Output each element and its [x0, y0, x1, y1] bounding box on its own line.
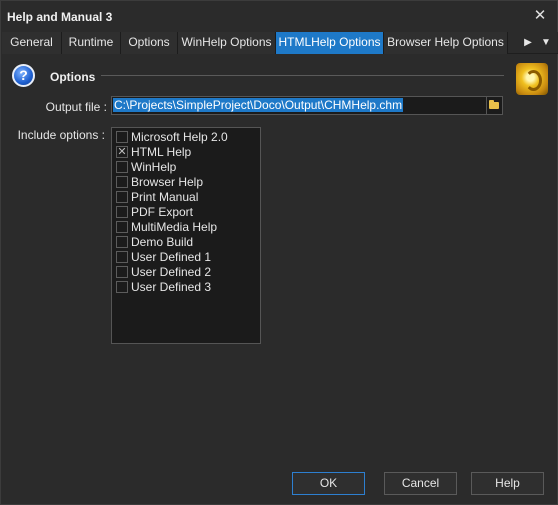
- checkbox[interactable]: [116, 236, 128, 248]
- tab-htmlhelp-options[interactable]: HTMLHelp Options: [276, 32, 384, 54]
- include-option-pdf-export[interactable]: PDF Export: [116, 204, 256, 219]
- checkbox[interactable]: [116, 161, 128, 173]
- question-circle-icon: ?: [12, 64, 35, 87]
- include-option-browser-help[interactable]: Browser Help: [116, 174, 256, 189]
- checkbox[interactable]: [116, 191, 128, 203]
- ok-button[interactable]: OK: [292, 472, 365, 495]
- help-and-manual-logo-icon: [516, 63, 548, 95]
- tab-runtime[interactable]: Runtime: [62, 32, 121, 54]
- help-button[interactable]: Help: [471, 472, 544, 495]
- checkbox[interactable]: [116, 131, 128, 143]
- browse-button[interactable]: [487, 96, 503, 115]
- checkbox-checked[interactable]: ✕: [116, 146, 128, 158]
- include-option-user-defined-2[interactable]: User Defined 2: [116, 264, 256, 279]
- output-file-label: Output file :: [45, 100, 107, 114]
- window-title: Help and Manual 3: [7, 10, 113, 24]
- title-bar: Help and Manual 3 ✕: [1, 1, 557, 32]
- tab-browser-help-options[interactable]: Browser Help Options: [384, 32, 508, 54]
- checkbox[interactable]: [116, 206, 128, 218]
- checkbox[interactable]: [116, 266, 128, 278]
- checkbox[interactable]: [116, 281, 128, 293]
- arrow-right-icon[interactable]: ▶: [519, 32, 537, 54]
- include-option-user-defined-1[interactable]: User Defined 1: [116, 249, 256, 264]
- close-icon[interactable]: ✕: [529, 5, 551, 27]
- include-option-microsoft-help-2[interactable]: Microsoft Help 2.0: [116, 129, 256, 144]
- checkbox[interactable]: [116, 251, 128, 263]
- include-option-print-manual[interactable]: Print Manual: [116, 189, 256, 204]
- include-option-multimedia-help[interactable]: MultiMedia Help: [116, 219, 256, 234]
- section-divider: [101, 75, 504, 76]
- include-option-user-defined-3[interactable]: User Defined 3: [116, 279, 256, 294]
- dialog-window: Help and Manual 3 ✕ General Runtime Opti…: [0, 0, 558, 505]
- output-file-input[interactable]: C:\Projects\SimpleProject\Doco\Output\CH…: [111, 96, 487, 115]
- output-file-value: C:\Projects\SimpleProject\Doco\Output\CH…: [113, 98, 404, 112]
- include-option-demo-build[interactable]: Demo Build: [116, 234, 256, 249]
- tab-winhelp-options[interactable]: WinHelp Options: [178, 32, 276, 54]
- checkbox[interactable]: [116, 176, 128, 188]
- menu-down-icon[interactable]: ▼: [537, 32, 555, 54]
- cancel-button[interactable]: Cancel: [384, 472, 457, 495]
- include-option-html-help[interactable]: ✕ HTML Help: [116, 144, 256, 159]
- include-options-label: Include options :: [17, 128, 105, 142]
- tab-general[interactable]: General: [2, 32, 62, 54]
- section-title: Options: [50, 70, 96, 84]
- checkbox[interactable]: [116, 221, 128, 233]
- tab-options[interactable]: Options: [121, 32, 178, 54]
- include-options-list: Microsoft Help 2.0 ✕ HTML Help WinHelp Br…: [111, 127, 261, 344]
- include-option-winhelp[interactable]: WinHelp: [116, 159, 256, 174]
- tab-bar: General Runtime Options WinHelp Options …: [2, 32, 558, 54]
- folder-icon: [489, 100, 499, 109]
